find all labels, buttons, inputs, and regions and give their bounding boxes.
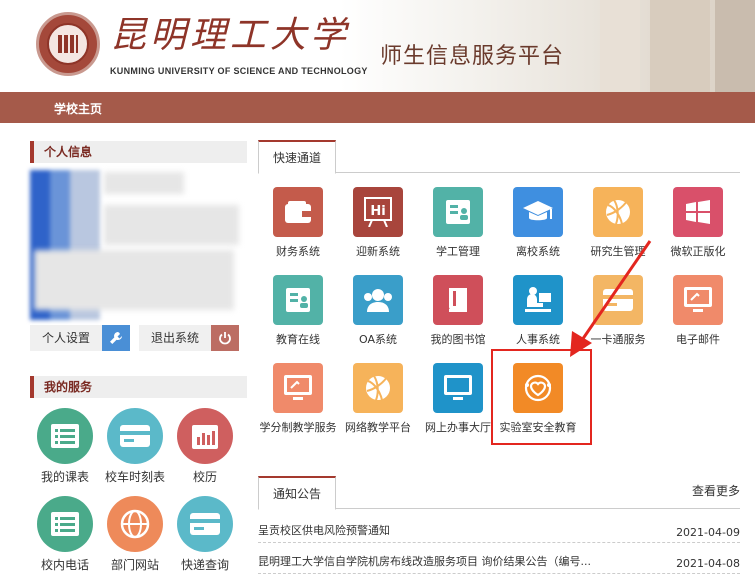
app-tile[interactable]: 电子邮件: [658, 275, 738, 347]
graduation-cap-icon: [513, 187, 563, 237]
service-label: 我的课表: [40, 470, 89, 484]
tab-notices[interactable]: 通知公告: [258, 476, 337, 510]
app-label: 学工管理: [436, 245, 480, 258]
basketball-icon: [593, 187, 643, 237]
list-icon: [37, 408, 93, 464]
blurred-info: [104, 205, 239, 245]
profile-section-title: 个人信息: [30, 141, 247, 163]
notice-date: 2021-04-09: [676, 526, 740, 539]
notice-title[interactable]: 昆明理工大学信自学院机房布线改造服务项目 询价结果公告（编号...: [258, 553, 591, 569]
notice-row[interactable]: 呈贡校区供电风险预警通知 2021-04-09: [258, 517, 740, 543]
wallet-icon: [273, 187, 323, 237]
tab-quick-access[interactable]: 快速通道: [258, 140, 337, 174]
book-icon: [433, 275, 483, 325]
desk-person-icon: [513, 275, 563, 325]
svg-text:Hi: Hi: [370, 204, 385, 219]
service-label: 部门网站: [110, 558, 159, 572]
app-tile[interactable]: Hi 迎新系统: [338, 187, 418, 259]
app-tile[interactable]: 网络教学平台: [338, 363, 418, 435]
app-label: 学分制教学服务: [259, 421, 337, 434]
view-more-link[interactable]: 查看更多: [692, 482, 740, 499]
blurred-info: [34, 250, 234, 310]
app-label: 我的图书馆: [430, 333, 486, 346]
app-label: 教育在线: [276, 333, 320, 346]
power-icon[interactable]: [211, 325, 239, 351]
monitor-icon: [273, 363, 323, 413]
basketball-icon: [353, 363, 403, 413]
app-label: 微软正版化: [670, 245, 726, 258]
globe-icon: [107, 496, 163, 552]
campus-building-image: [600, 0, 640, 92]
university-name-cn: 昆明理工大学: [110, 15, 351, 56]
app-tile[interactable]: OA系统: [338, 275, 418, 347]
service-item[interactable]: 校车时刻表: [97, 408, 173, 485]
hi-board-icon: Hi: [353, 187, 403, 237]
users-icon: [353, 275, 403, 325]
university-name-en: KUNMING UNIVERSITY OF SCIENCE AND TECHNO…: [110, 66, 368, 76]
card-icon: [107, 408, 163, 464]
services-section-title: 我的服务: [30, 376, 247, 398]
header: 昆明理工大学 KUNMING UNIVERSITY OF SCIENCE AND…: [0, 0, 755, 92]
quick-access-tabbar: 快速通道: [258, 140, 740, 174]
notices-tabbar: 通知公告 查看更多: [258, 476, 740, 510]
app-label: 网上办事大厅: [425, 421, 491, 434]
notice-title[interactable]: 呈贡校区供电风险预警通知: [258, 522, 390, 538]
blurred-info: [104, 172, 184, 194]
monitor-icon: [433, 363, 483, 413]
list-icon: [37, 496, 93, 552]
app-label: 迎新系统: [356, 245, 400, 258]
app-tile[interactable]: 微软正版化: [658, 187, 738, 259]
app-label: 财务系统: [276, 245, 320, 258]
settings-button-group: 个人设置: [30, 325, 130, 351]
annotation-highlight-box: [491, 349, 592, 445]
app-label: 电子邮件: [676, 333, 720, 346]
campus-building-image: [715, 0, 755, 92]
service-label: 校车时刻表: [104, 470, 165, 484]
service-label: 校内电话: [40, 558, 89, 572]
app-tile[interactable]: 网上办事大厅: [418, 363, 498, 435]
app-tile[interactable]: 学工管理: [418, 187, 498, 259]
id-card-icon: [273, 275, 323, 325]
nav-bar: 学校主页: [0, 92, 755, 123]
notice-date: 2021-04-08: [676, 557, 740, 570]
service-item[interactable]: 我的课表: [27, 408, 103, 485]
id-card-icon: [433, 187, 483, 237]
campus-building-image: [650, 0, 710, 92]
personal-settings-button[interactable]: 个人设置: [30, 325, 102, 351]
logout-button[interactable]: 退出系统: [139, 325, 211, 351]
app-tile[interactable]: 财务系统: [258, 187, 338, 259]
app-label: OA系统: [359, 333, 397, 346]
app-tile[interactable]: 我的图书馆: [418, 275, 498, 347]
service-item[interactable]: 部门网站: [97, 496, 173, 573]
nav-home-link[interactable]: 学校主页: [54, 100, 102, 117]
logout-button-group: 退出系统: [139, 325, 239, 351]
service-label: 校历: [192, 470, 217, 484]
university-seal-logo[interactable]: [36, 12, 100, 76]
app-tile[interactable]: 学分制教学服务: [258, 363, 338, 435]
app-tile[interactable]: 教育在线: [258, 275, 338, 347]
platform-title: 师生信息服务平台: [380, 44, 565, 69]
service-item[interactable]: 校历: [167, 408, 243, 485]
service-item[interactable]: 校内电话: [27, 496, 103, 573]
wrench-icon[interactable]: [102, 325, 130, 351]
calendar-chart-icon: [177, 408, 233, 464]
app-label: 网络教学平台: [345, 421, 411, 434]
annotation-arrow-icon: [570, 240, 652, 357]
card-icon: [177, 496, 233, 552]
notice-row[interactable]: 昆明理工大学信自学院机房布线改造服务项目 询价结果公告（编号... 2021-0…: [258, 548, 740, 574]
service-item[interactable]: 快递查询: [167, 496, 243, 573]
windows-icon: [673, 187, 723, 237]
service-label: 快递查询: [180, 558, 229, 572]
monitor-icon: [673, 275, 723, 325]
